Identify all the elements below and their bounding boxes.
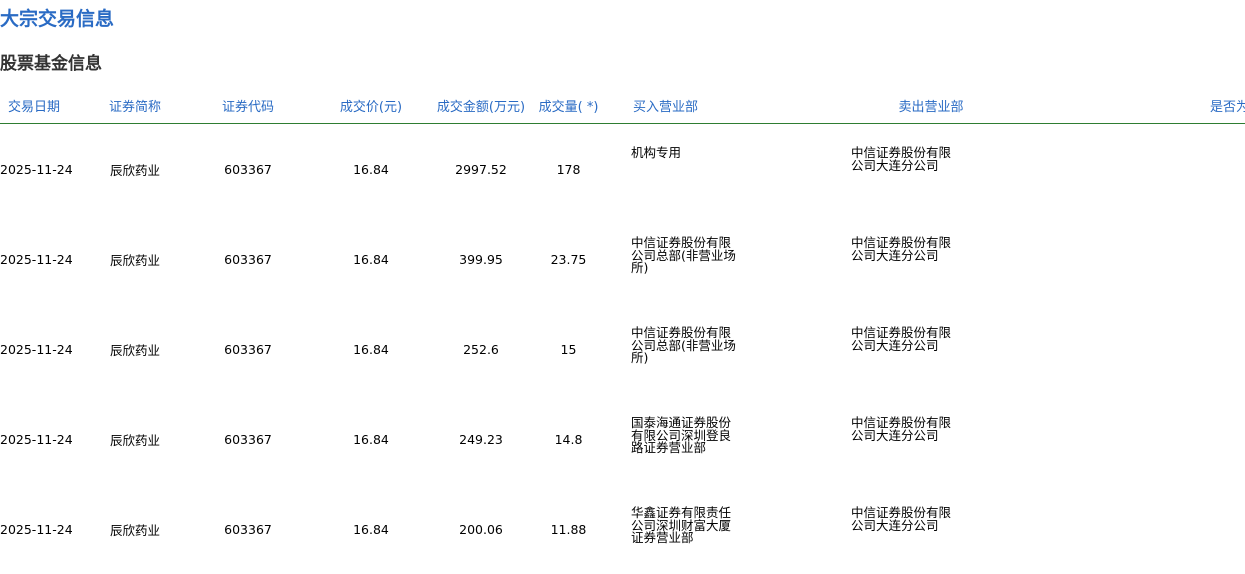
cell-seller-text: 中信证券股份有限公司大连分公司 <box>851 505 952 533</box>
cell-date: 2025-11-24 <box>0 161 73 177</box>
cell-price: 16.84 <box>353 431 389 447</box>
table-header-row: 交易日期 证券简称 证券代码 成交价(元) 成交金额(万元) 成交量( *) 买… <box>0 88 1245 124</box>
column-header-buyer[interactable]: 买入营业部 <box>611 88 831 124</box>
cell-volume: 178 <box>556 161 581 177</box>
cell-name: 辰欣药业 <box>109 342 160 358</box>
cell-flag: 否 <box>1031 484 1245 574</box>
table-row[interactable]: 2025-11-24 辰欣药业 603367 16.84 200.06 11.88 华鑫证券… <box>0 484 1245 574</box>
section-title: 股票基金信息 <box>0 54 102 74</box>
cell-flag: 否 <box>1031 304 1245 394</box>
table-row[interactable]: 2025-11-24 辰欣药业 603367 16.84 2997.52 178 机构专用 中… <box>0 124 1245 215</box>
cell-price: 16.84 <box>353 521 389 537</box>
cell-buyer: 国泰海通证券股份有限公司深圳登良路证券营业部 <box>611 394 831 484</box>
cell-amount: 200.06 <box>459 521 503 537</box>
column-header-flag[interactable]: 是否为专场 <box>1031 88 1245 124</box>
cell-seller: 中信证券股份有限公司大连分公司 <box>831 124 1031 215</box>
column-header-code[interactable]: 证券代码 <box>190 88 306 124</box>
cell-buyer: 中信证券股份有限公司总部(非营业场所) <box>611 304 831 394</box>
column-header-price[interactable]: 成交价(元) <box>306 88 436 124</box>
cell-volume: 23.75 <box>550 251 587 267</box>
cell-price: 16.84 <box>353 161 389 177</box>
cell-seller: 中信证券股份有限公司大连分公司 <box>831 304 1031 394</box>
cell-price: 16.84 <box>353 341 389 357</box>
cell-buyer-text: 中信证券股份有限公司总部(非营业场所) <box>631 325 736 365</box>
cell-date: 2025-11-24 <box>0 521 73 537</box>
cell-seller: 中信证券股份有限公司大连分公司 <box>831 214 1031 304</box>
cell-seller: 中信证券股份有限公司大连分公司 <box>831 394 1031 484</box>
cell-code: 603367 <box>224 521 272 537</box>
cell-code: 603367 <box>224 341 272 357</box>
cell-buyer-text: 中信证券股份有限公司总部(非营业场所) <box>631 235 736 275</box>
cell-seller-text: 中信证券股份有限公司大连分公司 <box>851 235 952 263</box>
cell-seller: 中信证券股份有限公司大连分公司 <box>831 484 1031 574</box>
cell-amount: 399.95 <box>459 251 503 267</box>
cell-buyer-text: 机构专用 <box>631 145 682 160</box>
cell-buyer: 机构专用 <box>611 124 831 215</box>
cell-amount: 252.6 <box>463 341 499 357</box>
cell-buyer: 华鑫证券有限责任公司深圳财富大厦证券营业部 <box>611 484 831 574</box>
table-row[interactable]: 2025-11-24 辰欣药业 603367 16.84 252.6 15 中信证券股份有限… <box>0 304 1245 394</box>
table-row[interactable]: 2025-11-24 辰欣药业 603367 16.84 249.23 14.8 国泰海通证… <box>0 394 1245 484</box>
page-title: 大宗交易信息 <box>0 8 115 30</box>
cell-seller-text: 中信证券股份有限公司大连分公司 <box>851 325 952 353</box>
column-header-amount[interactable]: 成交金额(万元) <box>436 88 526 124</box>
column-header-volume[interactable]: 成交量( *) <box>526 88 611 124</box>
cell-amount: 2997.52 <box>455 161 507 177</box>
cell-name: 辰欣药业 <box>109 252 160 268</box>
cell-buyer-text: 华鑫证券有限责任公司深圳财富大厦证券营业部 <box>631 505 732 545</box>
cell-buyer-text: 国泰海通证券股份有限公司深圳登良路证券营业部 <box>631 415 732 455</box>
cell-seller-text: 中信证券股份有限公司大连分公司 <box>851 145 952 173</box>
cell-seller-text: 中信证券股份有限公司大连分公司 <box>851 415 952 443</box>
cell-date: 2025-11-24 <box>0 251 73 267</box>
cell-code: 603367 <box>224 161 272 177</box>
cell-amount: 249.23 <box>459 431 503 447</box>
cell-buyer: 中信证券股份有限公司总部(非营业场所) <box>611 214 831 304</box>
cell-date: 2025-11-24 <box>0 431 73 447</box>
cell-flag: 否 <box>1031 124 1245 215</box>
cell-name: 辰欣药业 <box>109 162 160 178</box>
column-header-seller[interactable]: 卖出营业部 <box>831 88 1031 124</box>
cell-name: 辰欣药业 <box>109 522 160 538</box>
cell-code: 603367 <box>224 431 272 447</box>
cell-name: 辰欣药业 <box>109 432 160 448</box>
cell-volume: 15 <box>560 341 577 357</box>
cell-price: 16.84 <box>353 251 389 267</box>
cell-flag: 否 <box>1031 214 1245 304</box>
cell-flag: 否 <box>1031 394 1245 484</box>
table-row[interactable]: 2025-11-24 辰欣药业 603367 16.84 399.95 23.75 中信证券… <box>0 214 1245 304</box>
cell-volume: 14.8 <box>554 431 583 447</box>
column-header-name[interactable]: 证券简称 <box>80 88 190 124</box>
block-trade-table: 交易日期 证券简称 证券代码 成交价(元) 成交金额(万元) 成交量( *) 买… <box>0 88 1245 574</box>
cell-date: 2025-11-24 <box>0 341 73 357</box>
cell-volume: 11.88 <box>550 521 587 537</box>
cell-code: 603367 <box>224 251 272 267</box>
column-header-date[interactable]: 交易日期 <box>0 88 80 124</box>
